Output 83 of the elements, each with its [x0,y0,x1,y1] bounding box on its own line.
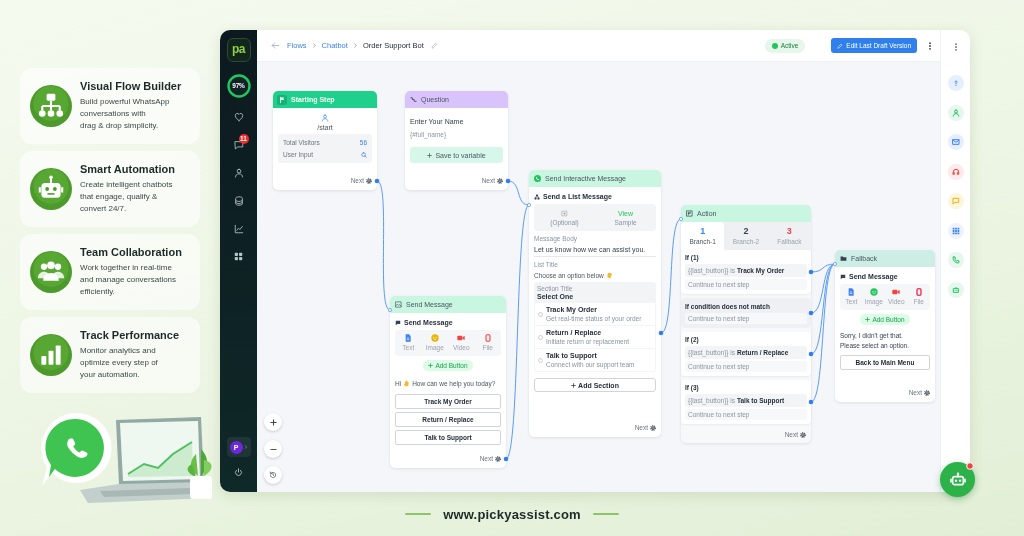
power-icon[interactable] [234,468,243,477]
website-url: www.pickyassist.com [443,506,581,522]
user-icon [321,114,329,122]
connection-port-icon[interactable] [527,203,531,207]
action-icon [686,210,693,217]
connection-port-icon[interactable] [679,217,683,221]
connection-port-icon[interactable] [833,262,837,266]
search-icon [361,151,367,158]
chatbot-button[interactable] [940,462,975,497]
branch-number: 1 [700,226,706,236]
status-dot-icon [771,42,778,49]
gear-icon[interactable] [366,178,372,184]
pointing-down-icon [605,272,613,279]
connection-port-icon[interactable] [808,399,814,405]
feature-description: Monitor analytics and optimize every step of your automation. [80,345,159,381]
flow-node[interactable] [529,170,661,437]
connection-port-icon[interactable] [374,178,380,184]
apps-grid-icon[interactable] [947,222,964,239]
gear-icon[interactable] [924,390,930,396]
feature-title: Team Collaboration [80,246,182,258]
chat-phone-icon [41,413,112,486]
connection-port-icon[interactable] [505,178,511,184]
hierarchy-icon [534,193,540,200]
connection-port-icon[interactable] [388,308,392,312]
bar-chart-icon [30,334,72,376]
robot-icon [30,168,72,210]
database-icon[interactable] [233,196,244,206]
branch-number: 2 [743,226,749,236]
image-icon [395,301,402,308]
folder-icon [840,255,847,262]
radio-icon [538,311,543,317]
steps-icon [410,96,417,103]
grid-icon[interactable] [234,252,243,261]
robot-icon[interactable] [947,281,964,298]
radio-icon [538,357,543,363]
ring-icon [226,74,251,98]
more-options-icon[interactable] [926,41,934,50]
mail-icon[interactable] [947,134,964,150]
headset-icon[interactable] [947,163,964,180]
chevron-right-icon [243,445,248,449]
reset-view-button[interactable] [264,466,282,484]
feature-description: Work together in real-time and manage conversations efficiently. [80,262,178,298]
plus-icon [427,152,433,158]
logo[interactable]: pa [226,38,251,62]
plus-icon [865,317,871,322]
plant-drawing [187,449,212,499]
flowchart-icon [30,85,72,127]
line-chart-icon[interactable] [233,224,244,234]
connection-port-icon[interactable] [808,351,814,357]
chevron-right-icon [311,43,317,48]
history-icon [269,471,277,479]
feature-title: Visual Flow Builder [80,80,182,92]
radio-icon [538,334,543,340]
gear-icon[interactable] [800,432,806,438]
chevron-right-icon [352,43,358,48]
flow-node[interactable] [681,205,811,443]
team-icon [30,251,72,293]
plus-icon [269,418,277,426]
phone-circle-icon [534,175,541,182]
waving-hand-icon [403,380,411,387]
chat-icon[interactable] [233,140,244,150]
feature-title: Track Performance [80,329,180,341]
gear-icon[interactable] [497,178,503,184]
chat-icon [840,273,846,280]
gear-icon[interactable] [650,425,656,431]
connection-port-icon[interactable] [658,330,664,336]
zoom-in-button[interactable] [264,413,282,431]
connection-port-icon[interactable] [808,269,814,275]
feature-title: Smart Automation [80,163,175,175]
connection-port-icon[interactable] [503,456,509,462]
feature-description: Create intelligent chatbots that engage, qualify & convert 24/7. [80,179,174,215]
user-icon[interactable] [233,168,244,178]
feature-description: Build powerful WhatsApp conversations with drag & drop simplicity. [80,96,171,132]
gear-icon[interactable] [495,456,501,462]
plus-icon [428,363,434,368]
flag-icon [277,94,287,105]
connection-port-icon[interactable] [808,310,814,316]
branch-number: 3 [786,226,792,236]
robot-icon [949,471,966,488]
pencil-icon [837,42,844,49]
heart-icon[interactable] [233,112,244,122]
chat-icon [395,319,401,326]
plus-icon [571,382,577,388]
